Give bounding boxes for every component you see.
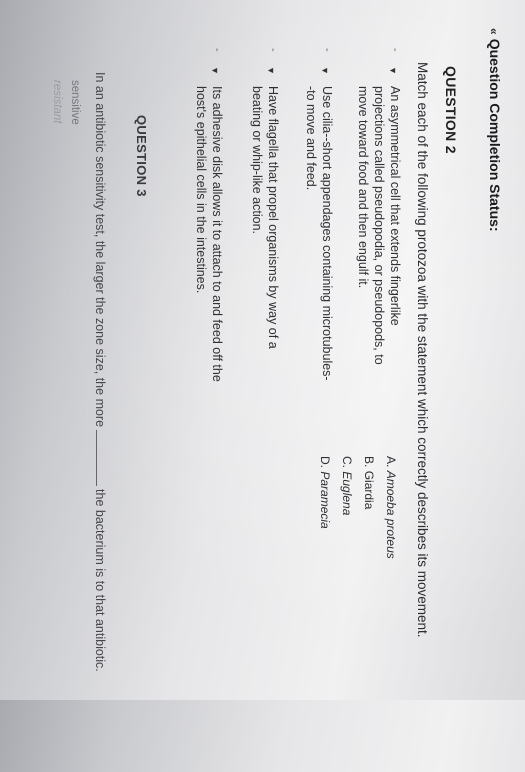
question-3-text: In an antibiotic sensitivity test, the l…: [93, 72, 107, 772]
row-text-line: beating or whip-like action.: [250, 86, 264, 234]
row-text-line: An asymmetrical cell that extends finger…: [388, 86, 402, 326]
row-text-line: Have flagella that propel organisms by w…: [266, 86, 280, 349]
answer-letter: C.: [340, 456, 354, 468]
question-3-choice[interactable]: sensitive: [69, 80, 81, 125]
answer-option-d: D. Paramecia: [317, 456, 333, 596]
status-label: Question Completion Status:: [487, 38, 503, 232]
answer-text: Paramecia: [318, 471, 332, 529]
answer-letter: D.: [318, 456, 332, 468]
row-text-line: -to move and feed.: [304, 86, 318, 191]
rotated-quiz-screen: «Question Completion Status: QUESTION 2 …: [0, 0, 525, 700]
question-3-text-before: In an antibiotic sensitivity test, the l…: [93, 72, 107, 428]
row-text-line: Its adhesive disk allows it to attach to…: [210, 86, 224, 382]
dropdown-arrow-icon[interactable]: ▼: [317, 66, 333, 75]
answer-option-c: C. Euglena: [339, 456, 355, 596]
row-text-line: projections called pseudopodia, or pseud…: [372, 86, 386, 365]
answer-letter: A.: [384, 456, 398, 468]
match-row[interactable]: - ▼ An asymmetrical cell that extends fi…: [355, 48, 403, 426]
row-bullet: -: [211, 48, 223, 52]
dropdown-arrow-icon[interactable]: ▼: [263, 66, 279, 75]
answer-letter: B.: [362, 456, 376, 468]
answer-option-a: A. Amoeba proteus: [383, 456, 399, 596]
answer-options: A. Amoeba proteus B. Giardia C. Euglena …: [311, 456, 399, 596]
dropdown-arrow-icon[interactable]: ▼: [385, 66, 401, 75]
question-3-text-after: the bacterium is to that antibiotic.: [93, 489, 107, 672]
question-3-choice[interactable]: resistant: [51, 80, 63, 123]
row-bullet: -: [321, 48, 333, 52]
row-text-line: Use cilia--short appendages containing m…: [320, 86, 334, 381]
question-2-title: QUESTION 2: [443, 66, 459, 154]
answer-text: Giardia: [362, 470, 376, 510]
fill-in-blank[interactable]: [96, 430, 97, 487]
chevron-left-icon[interactable]: «: [487, 28, 501, 35]
answer-option-b: B. Giardia: [361, 456, 377, 596]
match-row[interactable]: - ▼ Its adhesive disk allows it to attac…: [193, 48, 225, 426]
answer-text: Amoeba proteus: [384, 470, 398, 559]
question-2-prompt: Match each of the following protozoa wit…: [415, 62, 430, 638]
row-bullet: -: [267, 48, 279, 52]
row-bullet: -: [389, 48, 401, 52]
answer-text: Euglena: [340, 471, 354, 516]
row-text-line: host's epithelial cells in the intestine…: [194, 86, 208, 294]
question-completion-status[interactable]: « Question Completion Status:: [487, 28, 503, 232]
dropdown-arrow-icon[interactable]: ▼: [207, 66, 223, 75]
match-row[interactable]: - ▼ Have flagella that propel organisms …: [249, 48, 281, 426]
row-text-line: move toward food and then engulf it.: [356, 86, 370, 289]
match-row[interactable]: - ▼ Use cilia--short appendages containi…: [303, 48, 335, 426]
question-3-title: QUESTION 3: [134, 115, 149, 197]
